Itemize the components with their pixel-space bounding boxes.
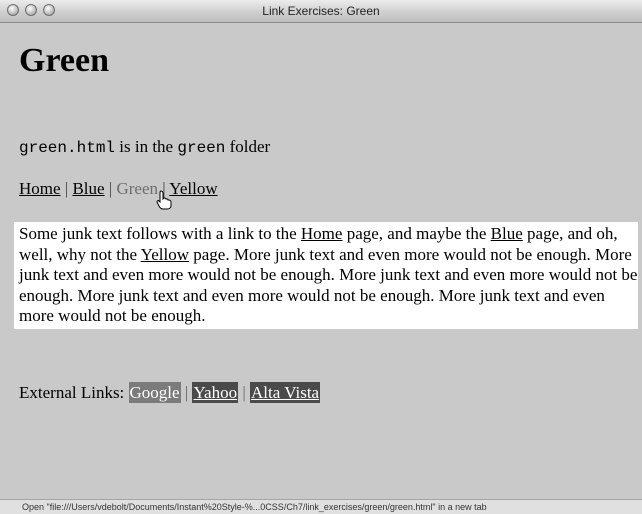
junk-text: Some junk text follows with a link to th… — [19, 224, 301, 243]
nav-links: Home | Blue | Green | Yellow — [19, 179, 218, 199]
external-separator: | — [180, 383, 193, 402]
external-separator: | — [238, 383, 251, 402]
junk-text: page, and maybe the — [342, 224, 491, 243]
browser-window: Link Exercises: Green Green green.html i… — [0, 0, 642, 514]
hand-pointer-icon — [156, 190, 172, 210]
nav-current-green[interactable]: Green — [116, 179, 158, 198]
external-link-google[interactable]: Google — [128, 382, 181, 403]
junk-link-blue[interactable]: Blue — [491, 224, 523, 243]
status-bar: Open "file:///Users/vdebolt/Documents/In… — [0, 499, 642, 514]
nav-separator: | — [104, 179, 117, 198]
title-bar: Link Exercises: Green — [0, 0, 642, 23]
external-link-altavista[interactable]: Alta Vista — [250, 382, 321, 403]
external-link-yahoo[interactable]: Yahoo — [192, 382, 239, 403]
junk-text-paragraph: Some junk text follows with a link to th… — [14, 222, 638, 329]
nav-separator: | — [60, 179, 73, 198]
nav-link-yellow[interactable]: Yellow — [169, 179, 217, 198]
junk-link-home[interactable]: Home — [301, 224, 343, 243]
page-heading: Green — [19, 42, 110, 79]
window-title: Link Exercises: Green — [262, 4, 380, 18]
nav-link-home[interactable]: Home — [19, 179, 61, 198]
file-location-text: green.html is in the green folder — [19, 137, 270, 157]
file-text-middle: is in the — [115, 137, 178, 156]
external-links: External Links: Google | Yahoo | Alta Vi… — [19, 382, 321, 403]
nav-link-blue[interactable]: Blue — [72, 179, 104, 198]
file-text-end: folder — [225, 137, 271, 156]
folder-name: green — [177, 139, 226, 157]
file-name: green.html — [19, 139, 116, 157]
external-links-label: External Links: — [19, 383, 129, 402]
junk-link-yellow[interactable]: Yellow — [141, 245, 189, 264]
